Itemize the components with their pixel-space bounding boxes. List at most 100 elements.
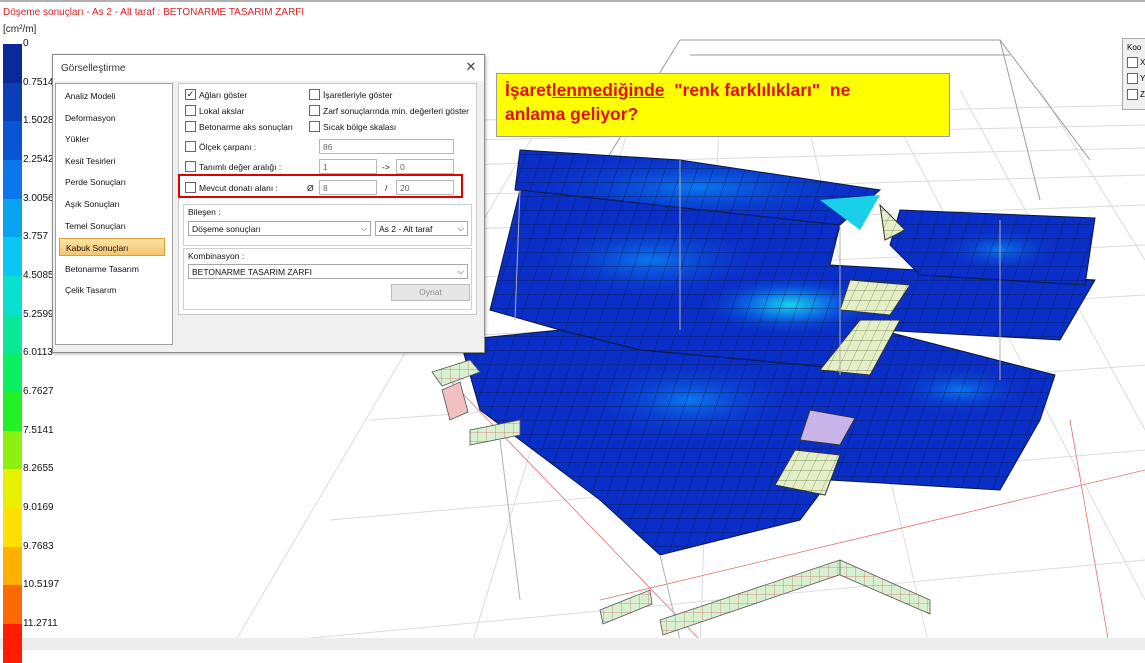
option-zarf-min-label: Zarf sonuçlarında min. değerleri göster [323,105,469,116]
checkbox-sicak-bolge[interactable] [309,121,320,132]
option-sicak-bolge[interactable]: Sıcak bölge skalası [309,121,396,132]
category-list: Analiz Modeli Deformasyon Yükler Kesit Tesi… [55,83,173,345]
legend-label: 10.5197 [23,579,60,591]
legend-swatch [3,82,22,122]
annotation-callout: İşaretlenmediğinde "renk farklılıkları" … [496,73,950,137]
legend-label: 8.2655 [23,463,54,475]
chevron-down-icon: ⌵ [457,267,464,276]
combination-select-value: BETONARME TASARIM ZARFI [192,267,312,277]
legend-swatch [3,198,22,238]
option-mevcut-donati-label: Mevcut donatı alanı : [199,182,278,193]
side-select[interactable]: As 2 - Alt taraf ⌵ [375,221,468,236]
nav-item[interactable]: Deformasyon [59,109,165,127]
legend-label: 4.5085 [23,270,54,282]
unit-label: [cm²/m] [3,24,37,35]
coordinate-checkbox[interactable] [1127,89,1138,100]
range-from-field[interactable]: 1 [319,159,377,174]
checkbox-olcek[interactable] [185,141,196,152]
nav-item[interactable]: Analiz Modeli [59,87,165,105]
coordinate-panel-header: Koo [1127,43,1142,52]
checkbox-tanimli[interactable] [185,161,196,172]
slab-lower [459,329,1056,556]
checkbox-mevcut-donati[interactable] [185,182,196,193]
options-panel: ✓ Ağları göster Lokal akslar Betonarme a… [178,83,477,315]
coordinate-label: Y [1140,74,1145,83]
dialog-title-bar[interactable]: Görselleştirme ✕ [53,55,484,81]
legend-swatch [3,44,22,83]
nav-item[interactable]: Perde Sonuçları [59,173,165,191]
option-tanimli-label: Tanımlı değer aralığı : [199,161,282,172]
chevron-down-icon: ⌵ [457,224,464,233]
legend-label: 6.0113 [23,347,53,359]
legend-swatch [3,507,22,547]
nav-item[interactable]: Temel Sonuçları [59,217,165,235]
coordinate-checkbox[interactable] [1127,73,1138,84]
legend-swatch [3,546,22,586]
checkbox-zarf-min[interactable] [309,105,320,116]
option-isaretleriyle[interactable]: İşaretleriyle göster [309,89,392,100]
coordinate-label: X [1140,58,1145,67]
legend-label: 0 [23,38,29,49]
coordinate-row[interactable]: Z [1127,89,1145,100]
legend-label: 7.5141 [23,424,54,436]
combination-select[interactable]: BETONARME TASARIM ZARFI ⌵ [188,264,468,279]
visualization-dialog: Görselleştirme ✕ Analiz Modeli Deformasyo… [52,54,485,353]
component-group: Bileşen : Döşeme sonuçları ⌵ As 2 - Alt … [183,204,472,246]
legend-swatch [3,275,22,315]
legend-label: 2.2542 [23,154,54,165]
option-tanimli[interactable]: Tanımlı değer aralığı : [185,161,281,172]
nav-item[interactable]: Betonarme Tasarım [59,260,165,278]
option-betonarme-aks[interactable]: Betonarme aks sonuçları [185,121,293,132]
legend-swatch [3,585,22,624]
legend-swatch [3,121,22,160]
option-olcek[interactable]: Ölçek çarpanı : [185,141,256,152]
nav-item[interactable]: Kabuk Sonuçları [59,238,165,257]
nav-item[interactable]: Yükler [59,130,165,148]
diameter-symbol: Ø [307,183,314,193]
legend-label: 9.0169 [23,502,54,514]
range-to-field[interactable]: 0 [396,159,454,174]
legend-label: 9.7683 [23,540,54,552]
option-lokal-akslar[interactable]: Lokal akslar [185,105,244,116]
nav-item[interactable]: Çelik Tasarım [59,281,165,299]
rebar-spacing-field[interactable]: 20 [396,180,454,195]
play-button[interactable]: Oynat [391,284,470,301]
annotation-line2: anlama geliyor? [505,104,639,124]
legend-swatch [3,391,22,431]
coordinate-row[interactable]: Y [1127,73,1145,84]
annotation-prefix: İşaret [505,80,552,100]
legend-label: 1.5028 [23,115,54,127]
coordinate-label: Z [1140,90,1145,99]
coordinate-checkbox[interactable] [1127,57,1138,68]
legend-label: 5.2599 [23,308,54,320]
rebar-diameter-field[interactable]: 8 [319,180,377,195]
legend-label: 3.757 [23,231,49,243]
spacing-slash: / [385,183,388,193]
range-arrow: -> [382,162,390,172]
option-sicak-bolge-label: Sıcak bölge skalası [323,121,397,132]
nav-item[interactable]: Kesit Tesirleri [59,152,165,170]
coordinate-row[interactable]: X [1127,57,1145,68]
option-mevcut-donati[interactable]: Mevcut donatı alanı : [185,182,278,193]
option-zarf-min[interactable]: Zarf sonuçlarında min. değerleri göster [309,105,469,116]
component-label: Bileşen : [188,207,221,217]
legend-swatch [3,237,22,276]
checkbox-isaretleriyle[interactable] [309,89,320,100]
checkbox-aglari-goster[interactable]: ✓ [185,89,196,100]
legend-swatch [3,159,22,199]
annotation-suffix: "renk farklılıkları" ne [664,80,851,100]
nav-item[interactable]: Aşık Sonuçları [59,195,165,213]
close-icon[interactable]: ✕ [464,60,478,74]
component-select-value: Döşeme sonuçları [192,224,261,234]
component-select[interactable]: Döşeme sonuçları ⌵ [188,221,371,236]
scale-factor-field[interactable]: 86 [319,139,454,154]
legend-swatch [3,314,22,354]
legend-swatch [3,353,22,392]
legend-swatch [3,469,22,508]
legend-label: 3.0056 [23,192,54,204]
chevron-down-icon: ⌵ [360,224,367,233]
option-aglari-goster[interactable]: ✓ Ağları göster [185,89,247,100]
checkbox-lokal-akslar[interactable] [185,105,196,116]
legend-swatch [3,623,22,663]
checkbox-betonarme-aks[interactable] [185,121,196,132]
